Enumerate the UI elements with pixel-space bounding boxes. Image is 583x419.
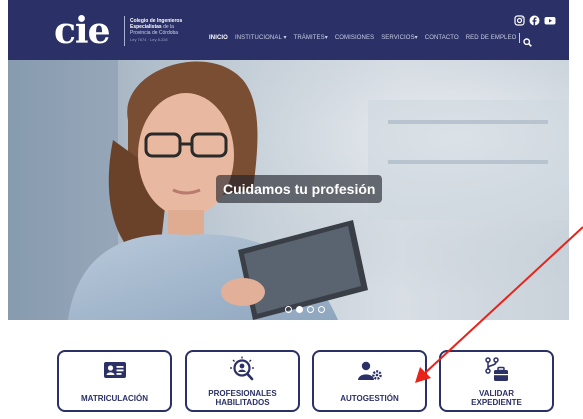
autogestion-button[interactable]: AUTOGESTIÓN (312, 350, 427, 412)
slider-dot-4[interactable] (318, 306, 325, 313)
org-law-note: Ley 7674 · Ley 8.228 (130, 37, 168, 42)
matriculacion-button[interactable]: MATRICULACIÓN (57, 350, 172, 412)
id-card-icon (59, 360, 170, 384)
briefcase-branch-icon (441, 357, 552, 381)
slider-dot-1[interactable] (285, 306, 292, 313)
matriculacion-label: MATRICULACIÓN (81, 394, 148, 403)
social-links (514, 13, 556, 26)
chevron-down-icon: ▾ (414, 35, 418, 41)
profesionales-habilitados-button[interactable]: PROFESIONALES HABILITADOS (185, 350, 300, 412)
chevron-down-icon: ▾ (283, 35, 287, 41)
main-nav: INICIO INSTITUCIONAL ▾ TRÁMITES▾ COMISIO… (209, 33, 533, 47)
nav-institucional[interactable]: INSTITUCIONAL ▾ (235, 33, 287, 43)
logo-divider (124, 16, 125, 46)
nav-divider (519, 33, 521, 43)
cie-logo[interactable]: cie (54, 13, 110, 49)
organization-name: Colegio de Ingenieros Especialistas de l… (130, 18, 210, 43)
chevron-down-icon: ▾ (324, 35, 328, 41)
nav-comisiones[interactable]: COMISIONES (335, 33, 374, 43)
nav-tramites[interactable]: TRÁMITES▾ (294, 33, 328, 43)
nav-contacto[interactable]: CONTACTO (425, 33, 459, 43)
slider-dot-3[interactable] (307, 306, 314, 313)
youtube-icon[interactable] (544, 13, 556, 25)
hero-caption: Cuidamos tu profesión (216, 175, 383, 203)
instagram-icon[interactable] (514, 13, 525, 26)
facebook-icon[interactable] (529, 13, 540, 26)
slider-dot-2[interactable] (296, 306, 303, 313)
profesionales-habilitados-label: PROFESIONALES HABILITADOS (208, 389, 277, 407)
nav-red-de-empleo[interactable]: RED DE EMPLEO (466, 33, 517, 43)
nav-inicio[interactable]: INICIO (209, 33, 228, 43)
hero-slider[interactable]: Cuidamos tu profesión (8, 60, 569, 320)
validar-expediente-button[interactable]: VALIDAR EXPEDIENTE (439, 350, 554, 412)
nav-servicios[interactable]: SERVICIOS▾ (381, 33, 418, 43)
slider-dots (285, 306, 325, 313)
search-icon[interactable] (523, 34, 533, 47)
site-header: cie Colegio de Ingenieros Especialistas … (8, 0, 569, 60)
quick-links: MATRICULACIÓN PROFESIONALES HABILITADOS … (0, 350, 583, 419)
validar-expediente-label: VALIDAR EXPEDIENTE (471, 389, 522, 407)
autogestion-label: AUTOGESTIÓN (340, 394, 399, 403)
page: cie Colegio de Ingenieros Especialistas … (0, 0, 583, 419)
user-gear-icon (314, 360, 425, 384)
user-search-icon (187, 356, 298, 381)
